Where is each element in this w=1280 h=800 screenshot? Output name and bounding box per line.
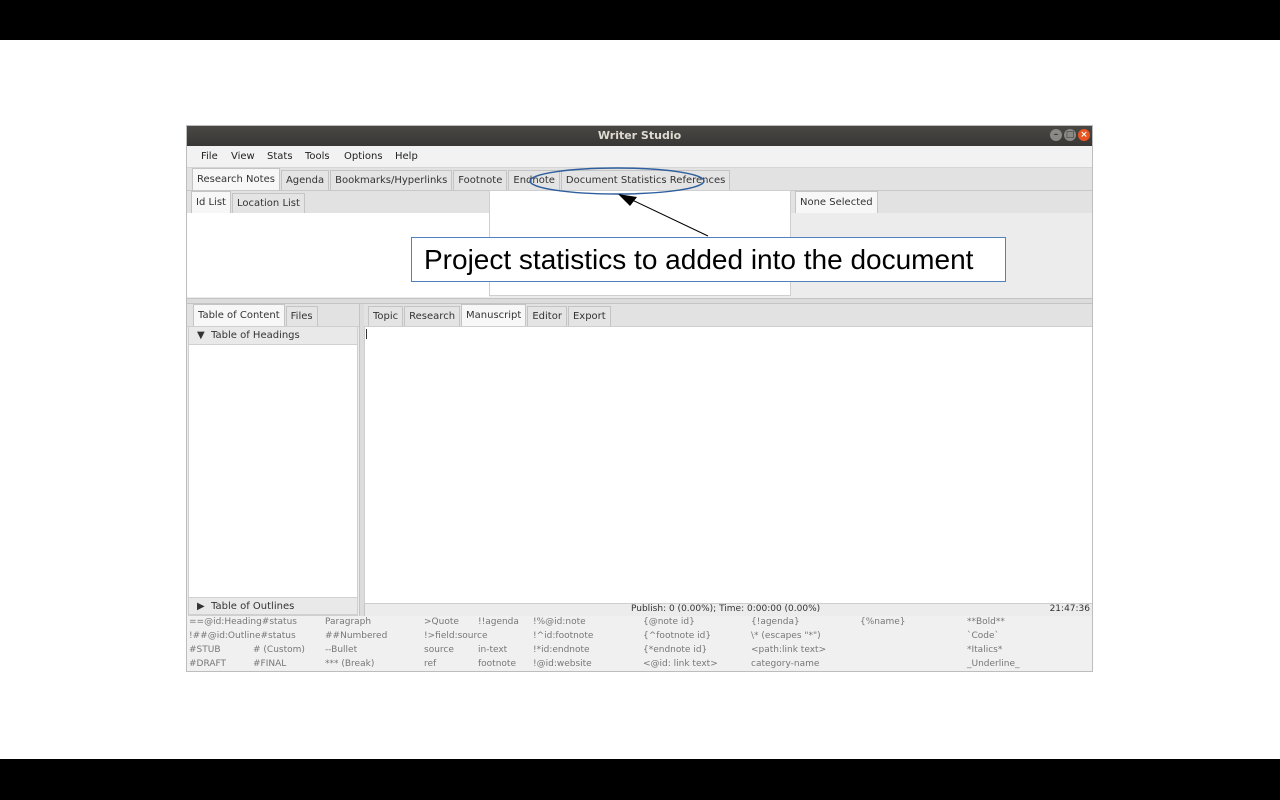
callout-arrow-head	[618, 194, 637, 206]
highlight-ellipse	[529, 167, 705, 195]
annotation-overlay	[529, 167, 709, 237]
callout-arrow-line	[627, 197, 709, 237]
annotation-callout: Project statistics to added into the doc…	[411, 237, 1006, 282]
